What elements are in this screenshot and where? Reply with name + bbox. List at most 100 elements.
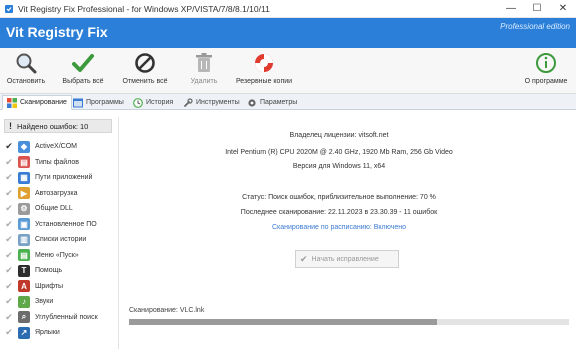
category-checkbox[interactable]: ✔ (2, 141, 16, 152)
category-label: Ярлыки (35, 329, 60, 336)
edition-label: Professional edition (500, 22, 570, 31)
no-entry-icon (135, 53, 155, 73)
category-checkbox[interactable]: ✔ (2, 327, 16, 338)
category-item[interactable]: ✔ ▣ Установленное ПО (0, 217, 115, 232)
category-checkbox[interactable]: ✔ (2, 234, 16, 245)
app-icon (5, 5, 13, 13)
category-item[interactable]: ✔ ♪ Звуки (0, 294, 115, 309)
category-item[interactable]: ✔ ▤ Типы файлов (0, 155, 115, 170)
minimize-button[interactable]: — (498, 0, 524, 18)
backups-button[interactable]: Резервные копии (232, 51, 296, 91)
progress-fill (129, 319, 437, 325)
category-checkbox[interactable]: ✔ (2, 188, 16, 199)
category-item[interactable]: ✔ T Помощь (0, 263, 115, 278)
toolbar: Остановить Выбрать всё Отменить всё Удал… (0, 48, 576, 94)
magnifier-icon (16, 53, 37, 74)
window-title: Vit Registry Fix Professional - for Wind… (18, 4, 270, 14)
info-icon (536, 53, 556, 73)
tab-settings[interactable]: Параметры (242, 95, 302, 110)
main-panel: Владелец лицензии: vitsoft.net Intel Pen… (118, 117, 576, 349)
start-fix-label: Начать исправление (311, 255, 379, 263)
delete-button[interactable]: Удалить (182, 51, 226, 91)
category-label: Установленное ПО (35, 220, 97, 228)
errors-found-label: Найдено ошибок: 10 (17, 121, 89, 131)
select-all-button[interactable]: Выбрать всё (58, 51, 108, 91)
about-label: О программе (524, 78, 568, 85)
filetypes-icon: ▤ (18, 156, 30, 168)
category-label: Меню «Пуск» (35, 251, 79, 259)
scan-tab-icon (7, 97, 17, 108)
select-all-label: Выбрать всё (62, 78, 104, 85)
category-label: Автозагрузка (35, 189, 78, 197)
shared-dll-icon: ⚙ (18, 202, 30, 215)
delete-label: Удалить (190, 78, 218, 85)
sidebar: ! Найдено ошибок: 10 ✔ ◆ ActiveX/COM ✔ ▤ Типы… (0, 117, 115, 349)
deselect-all-button[interactable]: Отменить всё (118, 51, 172, 91)
category-checkbox[interactable]: ✔ (2, 203, 16, 214)
category-item[interactable]: ✔ ⌕ Углубленный поиск (0, 310, 115, 325)
deselect-all-label: Отменить всё (122, 78, 168, 85)
tab-programs-label: Программы (86, 99, 124, 106)
backups-label: Резервные копии (235, 78, 293, 85)
category-item[interactable]: ✔ ▶ Автозагрузка (0, 186, 115, 201)
tab-scan-label: Сканирование (20, 99, 67, 106)
category-checkbox[interactable]: ✔ (2, 281, 16, 292)
category-item[interactable]: ✔ ◆ ActiveX/COM (0, 139, 115, 154)
maximize-button[interactable]: ☐ (524, 0, 550, 18)
close-button[interactable]: ✕ (550, 0, 576, 18)
category-label: Общие DLL (35, 205, 73, 212)
header-banner: Vit Registry Fix Professional edition (0, 18, 576, 48)
category-label: Шрифты (35, 282, 64, 290)
tab-bar: Сканирование Программы История Инструмен… (0, 94, 576, 110)
category-item[interactable]: ✔ A Шрифты (0, 279, 115, 294)
exclamation-icon: ! (9, 121, 12, 131)
check-icon: ✔ (300, 253, 308, 264)
tab-scan[interactable]: Сканирование (2, 95, 72, 110)
scheduled-scan-link[interactable]: Сканирование по расписанию: Включено (119, 224, 559, 231)
start-menu-icon: ▤ (18, 249, 30, 261)
tab-tools-label: Инструменты (196, 99, 240, 106)
category-item[interactable]: ✔ ▦ Пути приложений (0, 170, 115, 185)
category-checkbox[interactable]: ✔ (2, 219, 16, 230)
history-lists-icon: ▥ (18, 233, 30, 246)
category-checkbox[interactable]: ✔ (2, 265, 16, 276)
activex-icon: ◆ (18, 140, 30, 153)
scan-progress-bar (129, 319, 569, 325)
category-label: Звуки (35, 298, 54, 305)
category-checkbox[interactable]: ✔ (2, 157, 16, 168)
category-checkbox[interactable]: ✔ (2, 296, 16, 307)
os-version: Версия для Windows 11, x64 (292, 163, 386, 170)
category-item[interactable]: ✔ ▤ Меню «Пуск» (0, 248, 115, 263)
title-bar: Vit Registry Fix Professional - for Wind… (0, 0, 576, 18)
category-item[interactable]: ✔ ↗ Ярлыки (0, 325, 115, 340)
category-label: Помощь (35, 267, 63, 274)
startup-icon: ▶ (18, 187, 30, 199)
checkmark-icon (72, 54, 94, 72)
tab-programs[interactable]: Программы (68, 95, 129, 110)
shortcuts-icon: ↗ (18, 326, 30, 339)
installed-software-icon: ▣ (18, 218, 30, 230)
tab-tools[interactable]: Инструменты (178, 95, 245, 110)
category-label: Углубленный поиск (35, 313, 98, 321)
about-button[interactable]: О программе (520, 51, 572, 91)
gear-tab-icon (248, 98, 256, 107)
tab-settings-label: Параметры (260, 99, 298, 106)
category-label: ActiveX/COM (35, 143, 78, 150)
app-title: Vit Registry Fix (6, 24, 108, 40)
lifebuoy-icon (255, 54, 273, 72)
trash-icon (196, 53, 212, 72)
scan-status: Статус: Поиск ошибок, приблизительное вы… (242, 194, 436, 201)
clock-tab-icon (133, 97, 143, 108)
stop-button[interactable]: Остановить (4, 51, 48, 91)
programs-tab-icon (73, 98, 83, 107)
last-scan-info: Последнее сканирование: 22.11.2023 в 23.… (240, 209, 438, 216)
category-item[interactable]: ✔ ⚙ Общие DLL (0, 201, 115, 216)
start-fix-button[interactable]: ✔ Начать исправление (295, 250, 399, 268)
category-checkbox[interactable]: ✔ (2, 250, 16, 261)
category-item[interactable]: ✔ ▥ Списки истории (0, 232, 115, 247)
category-checkbox[interactable]: ✔ (2, 312, 16, 323)
tab-history[interactable]: История (128, 95, 178, 110)
license-owner: Владелец лицензии: vitsoft.net (289, 132, 389, 139)
tab-history-label: История (146, 99, 174, 106)
category-checkbox[interactable]: ✔ (2, 172, 16, 183)
